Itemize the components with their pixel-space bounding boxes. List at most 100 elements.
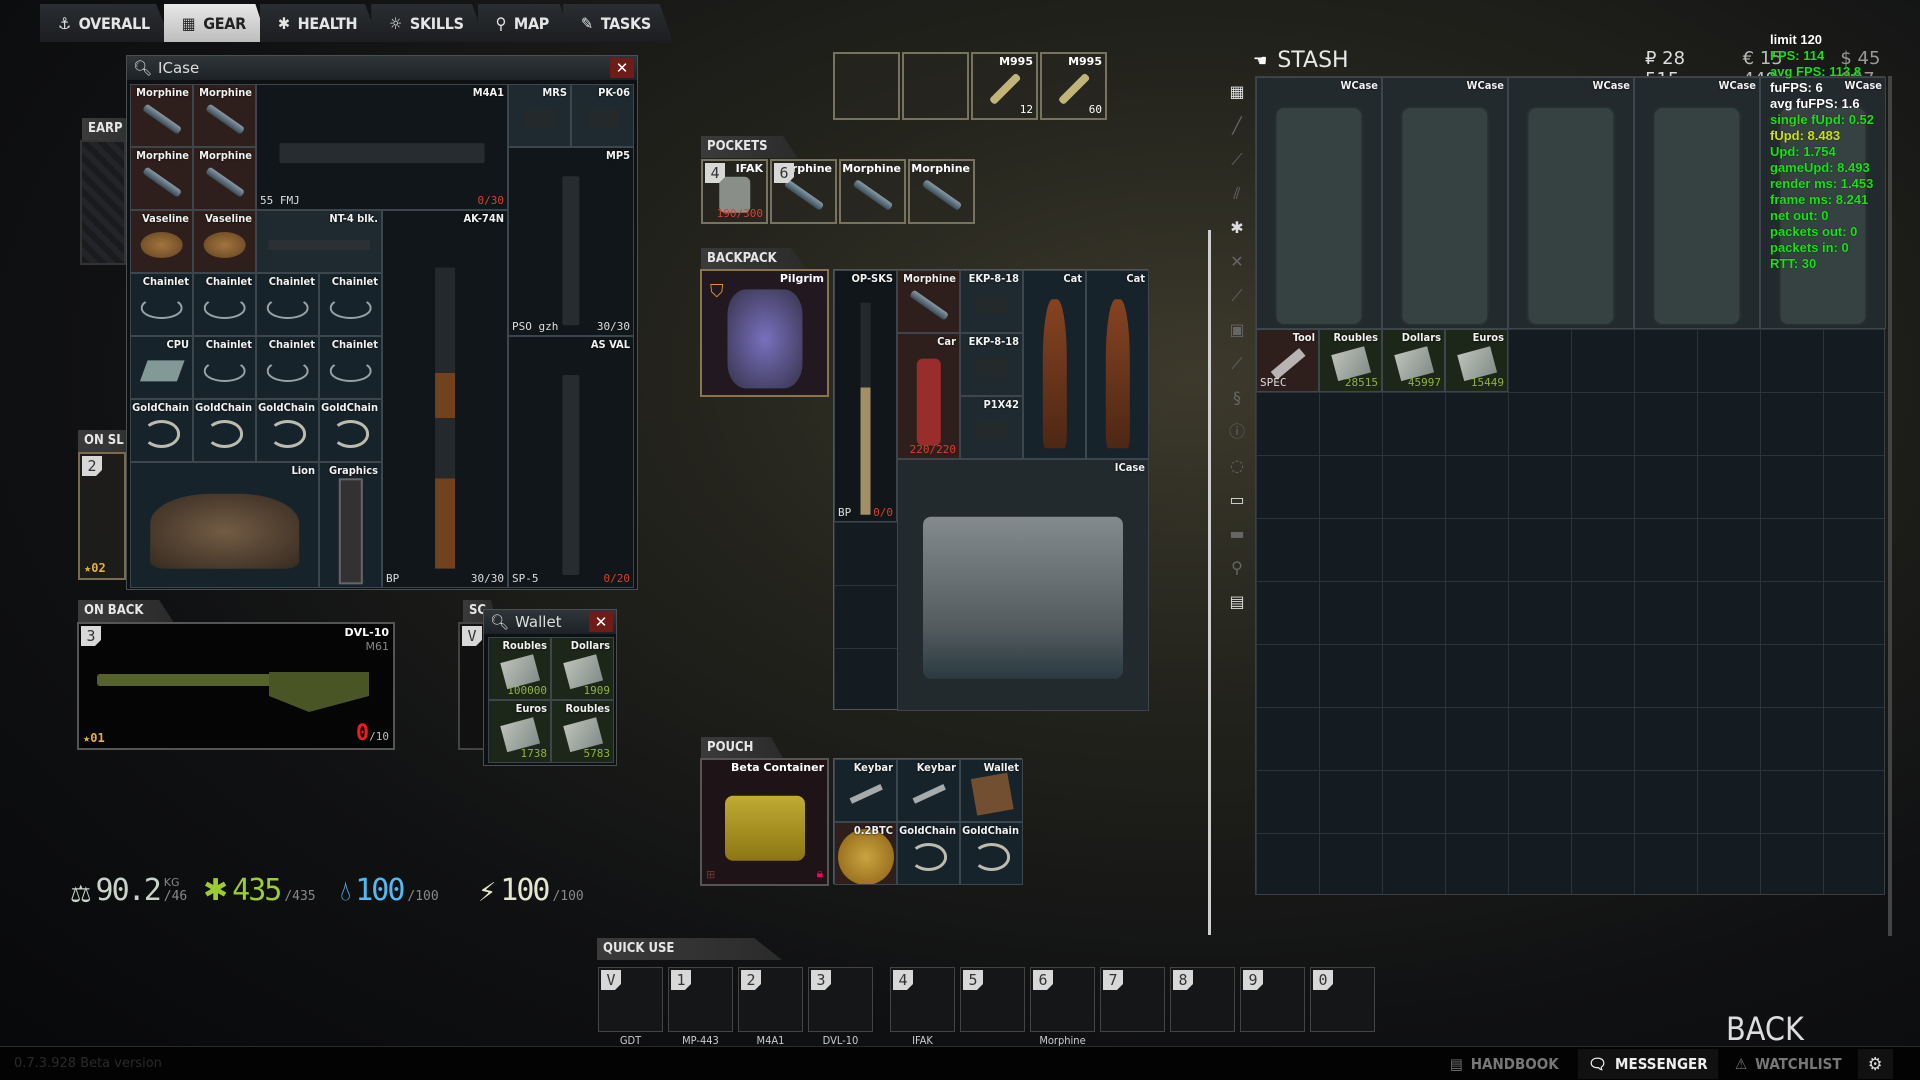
quick-slot[interactable]: 5 xyxy=(960,967,1025,1032)
inventory-item[interactable]: Keybar xyxy=(834,759,897,822)
wallet-window-header[interactable]: 🔍︎ Wallet ✕ xyxy=(484,610,616,634)
inventory-item[interactable]: Euros 1738 xyxy=(488,700,551,763)
close-button[interactable]: ✕ xyxy=(610,58,634,78)
inventory-item[interactable]: Car 220/220 xyxy=(897,333,960,459)
inventory-item[interactable]: Lion xyxy=(130,462,319,588)
inventory-item[interactable]: PK-06 xyxy=(571,84,634,147)
inventory-item[interactable]: GoldChain xyxy=(319,399,382,462)
quick-slot[interactable]: V xyxy=(598,967,663,1032)
ammo-icon[interactable]: ⫽ xyxy=(1222,180,1252,208)
inventory-item[interactable]: ICase xyxy=(897,459,1149,711)
mods-icon[interactable]: ✕ xyxy=(1222,248,1252,276)
inventory-item[interactable]: Roubles 5783 xyxy=(551,700,614,763)
inventory-item[interactable]: Cat xyxy=(1086,270,1149,459)
back-button[interactable]: BACK xyxy=(1726,1010,1804,1048)
inventory-item[interactable]: Morphine xyxy=(897,270,960,333)
rig-slot[interactable] xyxy=(902,52,969,120)
watchlist-button[interactable]: ⚠︎ WATCHLIST xyxy=(1725,1049,1852,1079)
inventory-item[interactable]: EKP-8-18 xyxy=(960,270,1023,333)
inventory-item[interactable]: Chainlet xyxy=(319,273,382,336)
pocket-slot[interactable]: Morphine xyxy=(839,159,906,224)
inventory-item[interactable]: Roubles 100000 xyxy=(488,637,551,700)
pocket-slot[interactable]: Morphine xyxy=(908,159,975,224)
inventory-item[interactable]: WCase xyxy=(1382,77,1508,329)
tab-health[interactable]: ✱ HEALTH xyxy=(259,4,380,42)
inventory-item[interactable]: WCase xyxy=(1508,77,1634,329)
rig-slot[interactable] xyxy=(833,52,900,120)
icase-window-header[interactable]: 🔍︎ ICase ✕ xyxy=(127,56,637,80)
rig-slot[interactable]: M995 60 xyxy=(1040,52,1107,120)
armor-icon[interactable]: ⟋ xyxy=(1222,282,1252,310)
stash-scrollbar[interactable] xyxy=(1888,76,1892,936)
inventory-item[interactable]: Morphine xyxy=(130,147,193,210)
inventory-item[interactable]: Graphics xyxy=(319,462,382,588)
inventory-item[interactable]: AS VAL SP-5 0/20 xyxy=(508,336,634,588)
barter-icon[interactable]: ▣ xyxy=(1222,316,1252,344)
quick-slot[interactable]: 9 xyxy=(1240,967,1305,1032)
inventory-item[interactable]: EKP-8-18 xyxy=(960,333,1023,396)
inventory-item[interactable]: Chainlet xyxy=(256,336,319,399)
medical-icon[interactable]: ✱ xyxy=(1222,214,1252,242)
inventory-item[interactable]: Chainlet xyxy=(256,273,319,336)
messenger-button[interactable]: 🗨︎ MESSENGER xyxy=(1578,1049,1718,1079)
inventory-item[interactable]: GoldChain xyxy=(256,399,319,462)
wrench-icon[interactable]: ⚲ xyxy=(1222,554,1252,582)
keys-icon[interactable]: § xyxy=(1222,384,1252,412)
inventory-item[interactable]: GoldChain xyxy=(960,822,1023,885)
inventory-item[interactable]: Dollars 45997 xyxy=(1382,329,1445,392)
weapon-icon[interactable]: ╱ xyxy=(1222,112,1252,140)
settings-button[interactable]: ⚙ xyxy=(1858,1049,1893,1079)
inventory-item[interactable]: Wallet xyxy=(960,759,1023,822)
inventory-item[interactable]: WCase xyxy=(1634,77,1760,329)
quick-slot[interactable]: 4 xyxy=(890,967,955,1032)
inventory-item[interactable]: 0.2BTC xyxy=(834,822,897,885)
inventory-item[interactable]: WCase xyxy=(1256,77,1382,329)
info-icon[interactable]: ⓘ xyxy=(1222,418,1252,446)
inventory-item[interactable]: NT-4 blk. xyxy=(256,210,382,273)
inventory-item[interactable]: Vaseline xyxy=(130,210,193,273)
quick-slot[interactable]: 2 xyxy=(738,967,803,1032)
inventory-item[interactable]: Morphine xyxy=(193,147,256,210)
inventory-item[interactable]: Tool SPEC xyxy=(1256,329,1319,392)
knife-icon[interactable]: ⟋ xyxy=(1222,146,1252,174)
pouch-slot[interactable]: Beta Container 🔒︎ ⊞ xyxy=(700,758,829,886)
earpiece-slot[interactable] xyxy=(80,140,126,265)
quick-slot[interactable]: 3 xyxy=(808,967,873,1032)
on-back-slot[interactable]: 3 DVL-10 M61 ★01 0 /10 xyxy=(77,622,395,750)
tab-gear[interactable]: ▦ GEAR xyxy=(163,4,268,42)
inventory-item[interactable]: Vaseline xyxy=(193,210,256,273)
inventory-item[interactable]: Keybar xyxy=(897,759,960,822)
quick-slot[interactable]: 0 xyxy=(1310,967,1375,1032)
pocket-slot[interactable]: 4 IFAK 190/300 xyxy=(701,159,768,224)
inventory-item[interactable]: Chainlet xyxy=(130,273,193,336)
quick-slot[interactable]: 6 xyxy=(1030,967,1095,1032)
inventory-item[interactable]: GoldChain xyxy=(897,822,960,885)
book-icon[interactable]: ▬ xyxy=(1222,520,1252,548)
food-icon[interactable]: ⟋ xyxy=(1222,350,1252,378)
inventory-item[interactable]: P1X42 xyxy=(960,396,1023,459)
inventory-item[interactable]: M4A1 55 FMJ 0/30 xyxy=(256,84,508,210)
inventory-item[interactable]: GoldChain xyxy=(130,399,193,462)
tab-tasks[interactable]: ✎ TASKS xyxy=(563,4,673,42)
inventory-item[interactable]: GoldChain xyxy=(193,399,256,462)
quick-slot[interactable]: 8 xyxy=(1170,967,1235,1032)
quick-slot[interactable]: 7 xyxy=(1100,967,1165,1032)
inventory-item[interactable]: Morphine xyxy=(130,84,193,147)
grid-icon[interactable]: ▦ xyxy=(1222,78,1252,106)
backpack-slot[interactable]: ⛉ Pilgrim xyxy=(700,269,829,397)
handbook-button[interactable]: ▤ HANDBOOK xyxy=(1440,1049,1569,1079)
inventory-item[interactable]: Chainlet xyxy=(193,273,256,336)
inventory-item[interactable]: Chainlet xyxy=(193,336,256,399)
container-icon[interactable]: ◌ xyxy=(1222,452,1252,480)
on-sling-slot[interactable]: 2 ★02 xyxy=(78,452,126,580)
notes-icon[interactable]: ▤ xyxy=(1222,588,1252,616)
pocket-slot[interactable]: 6 Morphine xyxy=(770,159,837,224)
inventory-item[interactable]: Euros 15449 xyxy=(1445,329,1508,392)
tab-skills[interactable]: ☼ SKILLS xyxy=(371,4,486,42)
rig-slot[interactable]: M995 12 xyxy=(971,52,1038,120)
panel-divider-scrollbar[interactable] xyxy=(1208,230,1211,935)
inventory-item[interactable]: Chainlet xyxy=(319,336,382,399)
quick-slot[interactable]: 1 xyxy=(668,967,733,1032)
inventory-item[interactable]: Dollars 1909 xyxy=(551,637,614,700)
inventory-item[interactable]: Roubles 28515 xyxy=(1319,329,1382,392)
